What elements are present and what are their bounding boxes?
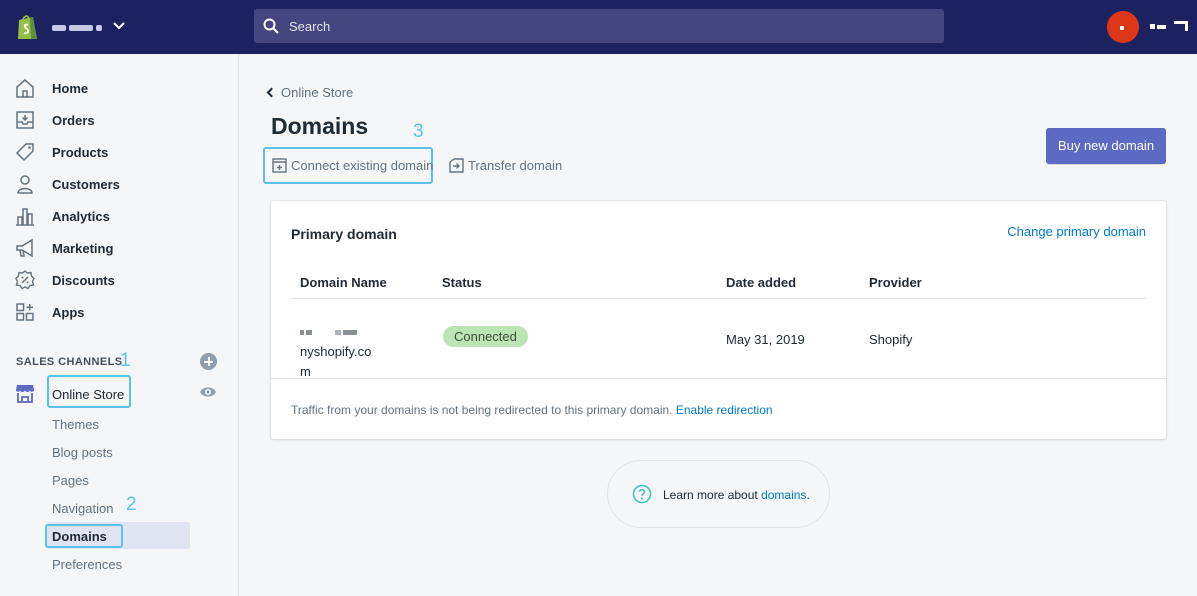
home-icon [16,79,34,98]
column-header-domain-name: Domain Name [300,275,387,290]
account-name[interactable] [1148,20,1188,32]
sidebar-item-label: Marketing [52,241,114,256]
sidebar-sub-themes[interactable]: Themes [52,417,99,432]
sidebar-sub-pages[interactable]: Pages [52,473,89,488]
eye-icon[interactable] [199,385,217,399]
primary-domain-card: Primary domain Change primary domain Dom… [271,201,1166,439]
domain-suffix: nyshopify.co [300,344,372,359]
person-icon [17,175,33,194]
sidebar: Home Orders Products Customers Analytics… [0,54,239,596]
status-badge: Connected [443,326,528,347]
connect-domain-icon [272,158,287,173]
card-divider [271,378,1166,379]
column-header-provider: Provider [869,275,922,290]
annotation-number: 3 [413,121,424,142]
breadcrumb-label: Online Store [281,85,354,100]
sidebar-item-home[interactable]: Home [0,73,239,103]
domains-highlight [45,524,123,548]
search-placeholder: Search [289,19,331,34]
sidebar-sub-preferences[interactable]: Preferences [52,557,122,572]
change-primary-domain-link[interactable]: Change primary domain [1007,224,1146,239]
enable-redirection-link[interactable]: Enable redirection [676,403,773,417]
top-bar: Search [0,0,1197,54]
sidebar-item-label: Orders [52,113,95,128]
sidebar-item-products[interactable]: Products [0,137,239,167]
sidebar-item-orders[interactable]: Orders [0,105,239,135]
shopify-logo-icon[interactable] [16,13,40,41]
header-divider [291,298,1146,299]
sidebar-item-label: Products [52,145,109,160]
redacted-text [306,330,312,336]
annotation-number: 1 [120,350,131,371]
domain-name-cell[interactable]: nyshopify.co m [300,322,430,382]
bar-chart-icon [16,208,34,226]
learn-more-box: Learn more about domains. [607,460,830,528]
redirect-notice: Traffic from your domains is not being r… [291,403,773,417]
date-added-cell: May 31, 2019 [726,332,805,347]
sidebar-item-label: Analytics [52,209,110,224]
search-icon [263,18,279,34]
store-name[interactable] [52,18,112,34]
sidebar-item-apps[interactable]: Apps [0,297,239,327]
column-header-date-added: Date added [726,275,797,290]
transfer-domain-icon [449,158,464,173]
sidebar-item-customers[interactable]: Customers [0,169,239,199]
online-store-highlight [47,375,131,408]
search-input[interactable]: Search [254,9,944,43]
annotation-number: 2 [126,494,137,515]
card-title: Primary domain [291,226,397,242]
avatar[interactable] [1107,11,1139,43]
domains-help-link[interactable]: domains [761,488,806,502]
sidebar-item-analytics[interactable]: Analytics [0,201,239,231]
sidebar-item-marketing[interactable]: Marketing [0,233,239,263]
sidebar-item-label: Apps [52,305,85,320]
column-header-status: Status [442,275,482,290]
page-title: Domains [271,113,369,139]
breadcrumb[interactable]: Online Store [266,85,354,100]
learn-more-period: . [806,488,810,502]
sales-channels-heading: SALES CHANNELS [16,356,123,368]
redacted-text [300,330,304,336]
chevron-down-icon[interactable] [111,18,127,34]
discount-icon [15,270,35,290]
sidebar-sub-navigation[interactable]: Navigation [52,501,113,516]
megaphone-icon [16,238,33,258]
sidebar-item-label: Discounts [52,273,115,288]
connect-existing-domain-button[interactable]: Connect existing domain [291,158,433,173]
redacted-text [335,330,342,336]
apps-icon [16,303,34,321]
learn-more-label: Learn more about [663,488,758,502]
tag-icon [15,143,34,162]
domain-wrap: m [300,364,311,379]
chevron-left-icon [266,87,277,98]
help-icon [632,484,652,504]
add-sales-channel-button[interactable] [200,353,217,370]
transfer-domain-button[interactable]: Transfer domain [468,158,562,173]
redacted-text [343,330,358,336]
sidebar-item-label: Customers [52,177,120,192]
redirect-notice-text: Traffic from your domains is not being r… [291,403,673,417]
buy-new-domain-button[interactable]: Buy new domain [1046,128,1166,164]
provider-cell: Shopify [869,332,913,347]
learn-more-text: Learn more about domains. [663,488,810,502]
sidebar-item-discounts[interactable]: Discounts [0,265,239,295]
orders-icon [16,111,34,129]
sidebar-item-label: Home [52,81,89,96]
sidebar-sub-blog-posts[interactable]: Blog posts [52,445,113,460]
